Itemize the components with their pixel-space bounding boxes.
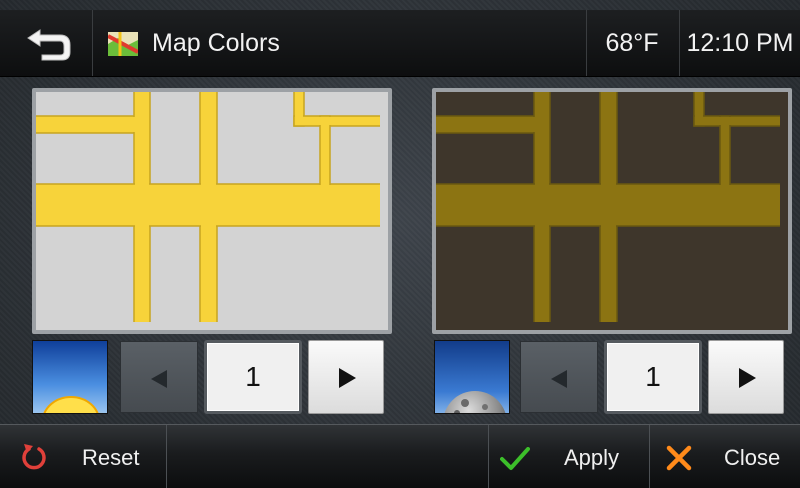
title-bar: Map Colors 68°F 12:10 PM [0,10,800,77]
close-button[interactable]: Close [650,425,800,488]
apply-button[interactable]: Apply [488,425,648,488]
screen: Map Colors 68°F 12:10 PM 1 1 Reset Apply… [0,0,800,488]
reset-icon [22,444,46,470]
day-map-preview [32,88,392,334]
day-next-button[interactable] [308,340,384,414]
day-mode-thumbnail [32,340,108,414]
sun-icon [33,385,107,413]
reset-label: Reset [82,445,140,470]
back-button[interactable] [14,18,86,70]
right-arrow-icon [339,368,356,388]
divider [166,425,167,488]
checkmark-icon [500,447,530,470]
temperature-readout: 68°F [605,29,659,57]
divider [92,10,93,76]
night-previous-button[interactable] [520,341,598,413]
clock: 12:10 PM [686,29,794,57]
night-mode-thumbnail [434,340,510,414]
back-arrow-icon [27,29,71,61]
night-scheme-value: 1 [645,361,661,392]
day-previous-button[interactable] [120,341,198,413]
day-scheme-value: 1 [245,361,261,392]
night-map-roads [436,92,780,322]
apply-label: Apply [564,445,620,470]
night-scheme-number: 1 [604,340,702,414]
night-next-button[interactable] [708,340,784,414]
moon-icon [444,391,506,413]
day-scheme-number: 1 [204,340,302,414]
close-label: Close [724,445,781,470]
night-map-preview [432,88,792,334]
map-icon [107,32,139,56]
bottom-toolbar: Reset Apply Close [0,424,800,488]
reset-button[interactable]: Reset [0,425,166,488]
right-arrow-icon [739,368,756,388]
left-arrow-icon [151,370,167,388]
day-map-roads [36,92,380,322]
close-icon [666,445,692,471]
left-arrow-icon [551,370,567,388]
page-title: Map Colors [152,29,280,57]
